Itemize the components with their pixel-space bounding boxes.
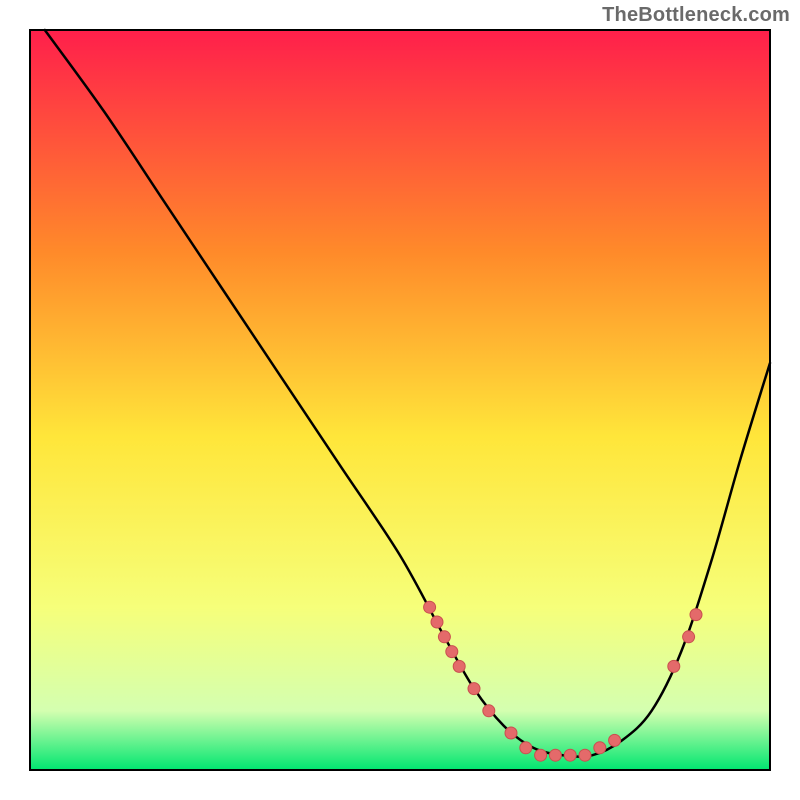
curve-marker	[468, 683, 480, 695]
curve-marker	[424, 601, 436, 613]
curve-marker	[431, 616, 443, 628]
curve-marker	[446, 646, 458, 658]
bottleneck-chart	[0, 0, 800, 800]
curve-marker	[609, 734, 621, 746]
watermark-text: TheBottleneck.com	[602, 4, 790, 27]
curve-marker	[690, 609, 702, 621]
curve-marker	[483, 705, 495, 717]
curve-marker	[564, 749, 576, 761]
curve-marker	[438, 631, 450, 643]
curve-marker	[535, 749, 547, 761]
curve-marker	[505, 727, 517, 739]
curve-marker	[520, 742, 532, 754]
plot-background	[30, 30, 770, 770]
curve-marker	[683, 631, 695, 643]
chart-container: { "watermark": "TheBottleneck.com", "col…	[0, 0, 800, 800]
curve-marker	[579, 749, 591, 761]
curve-marker	[668, 660, 680, 672]
curve-marker	[594, 742, 606, 754]
curve-marker	[453, 660, 465, 672]
curve-marker	[549, 749, 561, 761]
